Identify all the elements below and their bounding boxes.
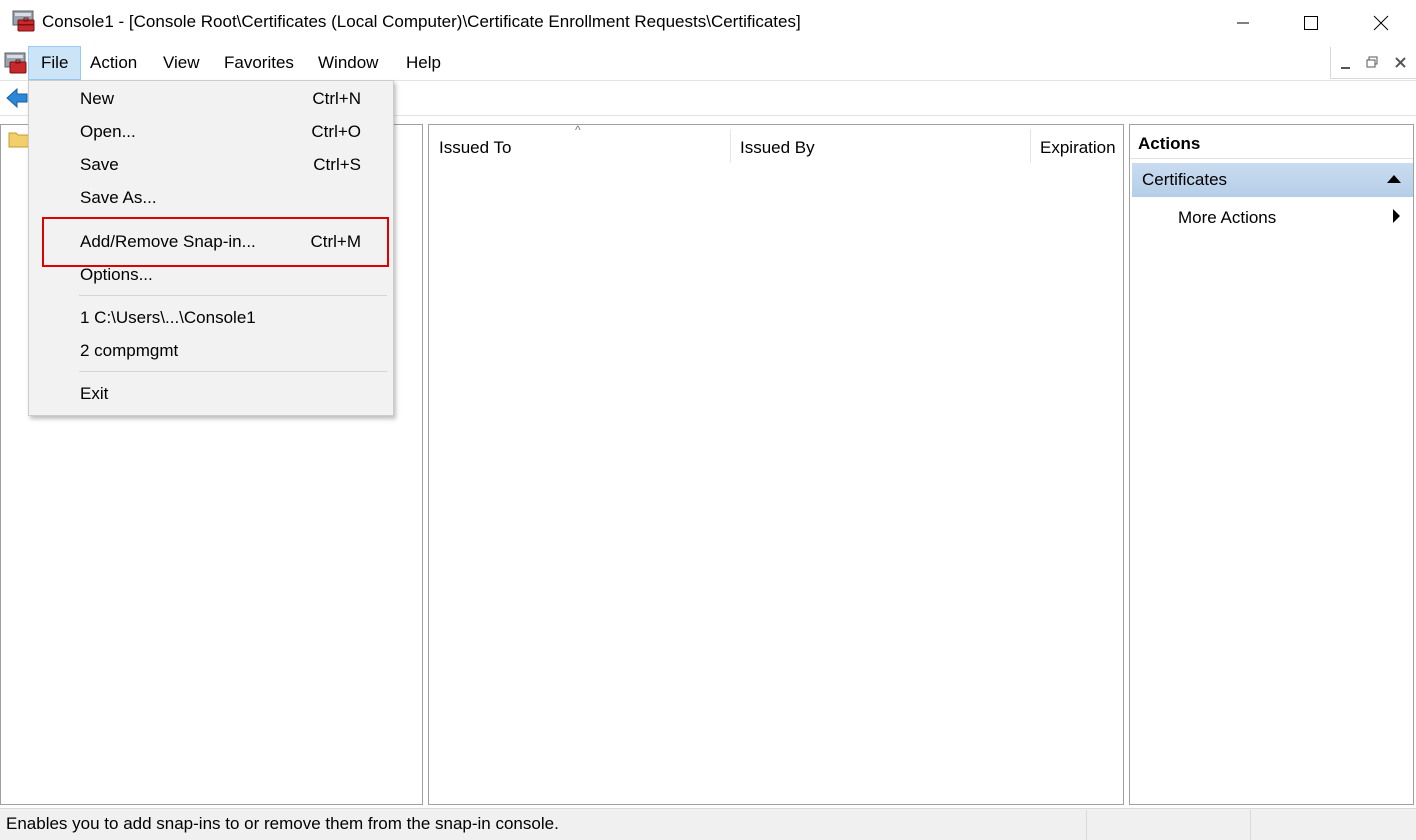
menu-window[interactable]: Window <box>308 46 388 80</box>
menu-item-label: New <box>80 89 115 108</box>
child-window-icon[interactable] <box>4 51 28 75</box>
highlight-annotation-box <box>42 217 389 267</box>
close-icon <box>1394 56 1406 68</box>
minimize-icon <box>1237 22 1249 24</box>
restore-icon <box>1366 56 1378 68</box>
maximize-button[interactable] <box>1276 0 1346 46</box>
status-divider <box>1250 810 1251 840</box>
menu-separator <box>79 295 387 296</box>
menu-item-shortcut: Ctrl+N <box>312 89 361 108</box>
submenu-arrow-icon <box>1393 209 1400 223</box>
menu-item-recent-console1[interactable]: 1 C:\Users\...\Console1 <box>29 304 393 336</box>
sort-ascending-icon: ^ <box>575 124 581 137</box>
menu-help[interactable]: Help <box>396 46 451 80</box>
menu-item-label: Exit <box>80 384 109 403</box>
more-actions-item[interactable]: More Actions <box>1178 201 1276 235</box>
mdi-close-button[interactable] <box>1388 53 1412 71</box>
actions-section-certificates[interactable]: Certificates <box>1132 163 1413 197</box>
maximize-icon <box>1304 16 1318 30</box>
close-icon <box>1373 15 1389 31</box>
app-icon[interactable] <box>12 9 36 33</box>
menu-item-new[interactable]: New Ctrl+N <box>29 85 393 117</box>
menu-item-label: 2 compmgmt <box>80 341 179 360</box>
back-arrow-icon <box>6 87 28 109</box>
menu-item-open[interactable]: Open... Ctrl+O <box>29 118 393 150</box>
folder-icon[interactable] <box>8 130 30 148</box>
mdi-restore-button[interactable] <box>1360 53 1384 71</box>
menu-file[interactable]: File <box>28 46 82 80</box>
list-pane[interactable]: Issued To ^ Issued By Expiration <box>428 124 1124 805</box>
actions-pane: Actions Certificates More Actions <box>1129 124 1414 805</box>
menu-item-recent-compmgmt[interactable]: 2 compmgmt <box>29 337 393 369</box>
close-button[interactable] <box>1346 0 1416 46</box>
menu-item-label: Options... <box>80 265 153 284</box>
actions-pane-title: Actions <box>1130 125 1413 159</box>
back-button[interactable] <box>6 87 28 109</box>
minimize-button[interactable] <box>1208 0 1278 46</box>
status-divider <box>1086 810 1087 840</box>
status-text: Enables you to add snap-ins to or remove… <box>6 814 559 833</box>
menu-item-save-as[interactable]: Save As... <box>29 184 393 216</box>
minimize-icon <box>1341 67 1350 69</box>
menu-item-label: 1 C:\Users\...\Console1 <box>80 308 256 327</box>
menu-item-save[interactable]: Save Ctrl+S <box>29 151 393 183</box>
menu-item-label: Open... <box>80 122 136 141</box>
collapse-up-icon[interactable] <box>1387 175 1401 183</box>
menu-item-shortcut: Ctrl+S <box>313 155 361 174</box>
menu-item-label: Save <box>80 155 119 174</box>
menu-item-label: Save As... <box>80 188 157 207</box>
window-title: Console1 - [Console Root\Certificates (L… <box>42 12 801 31</box>
menu-separator <box>79 371 387 372</box>
column-header-expiration[interactable]: Expiration <box>1030 126 1123 170</box>
menu-item-shortcut: Ctrl+O <box>311 122 361 141</box>
menu-view[interactable]: View <box>153 46 210 80</box>
mdi-minimize-button[interactable] <box>1334 55 1358 73</box>
menu-favorites[interactable]: Favorites <box>214 46 304 80</box>
menu-action[interactable]: Action <box>80 46 147 80</box>
column-header-issued-by[interactable]: Issued By <box>730 126 1030 170</box>
menu-item-exit[interactable]: Exit <box>29 380 393 412</box>
menu-bar <box>0 46 1416 80</box>
